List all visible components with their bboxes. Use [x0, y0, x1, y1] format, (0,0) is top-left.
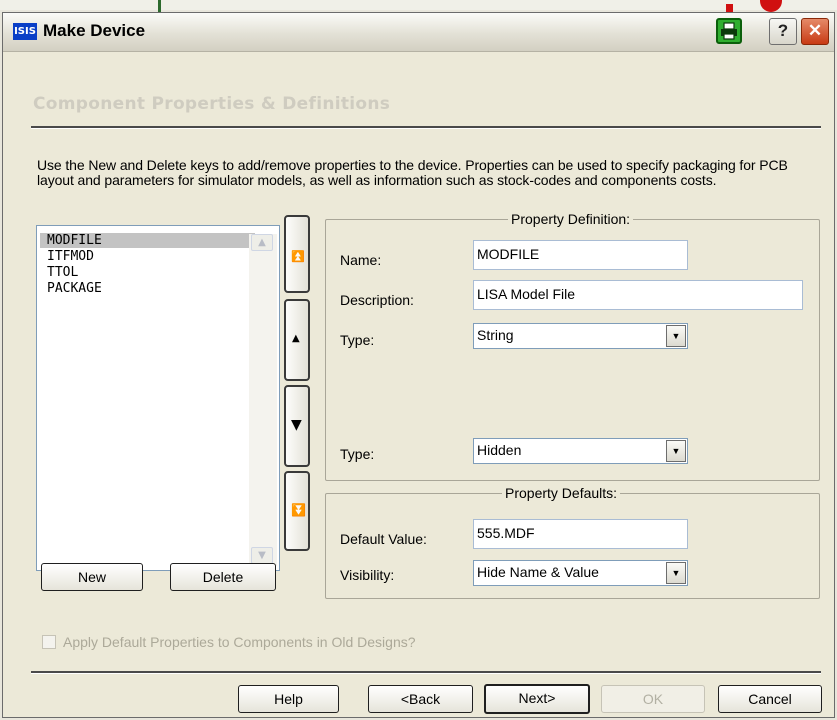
description-label: Description:	[340, 292, 414, 308]
group-title: Property Definition:	[508, 211, 634, 227]
group-title: Property Defaults:	[502, 485, 621, 501]
cancel-button[interactable]: Cancel	[718, 685, 822, 713]
background-red-mark	[726, 4, 733, 12]
chevron-down-icon[interactable]: ▼	[666, 562, 686, 584]
delete-button[interactable]: Delete	[170, 563, 276, 591]
name-label: Name:	[340, 252, 382, 268]
chevron-down-icon[interactable]: ▼	[666, 440, 686, 462]
move-to-bottom-button[interactable]: ⏬	[284, 471, 310, 551]
type-label: Type:	[340, 446, 375, 462]
property-list[interactable]: MODFILE ITFMOD TTOL PACKAGE	[36, 225, 280, 571]
property-definition-group: Property Definition: Name: MODFILE Descr…	[325, 211, 820, 481]
new-button[interactable]: New	[41, 563, 143, 591]
ok-button: OK	[601, 685, 705, 713]
chevron-down-icon: ▼	[291, 417, 302, 433]
title-bar[interactable]: ISIS Make Device ? ✕	[3, 13, 834, 52]
printer-icon	[721, 22, 737, 40]
make-device-dialog: ISIS Make Device ? ✕ Component Propertie…	[2, 12, 835, 718]
double-chevron-up-icon: ⏫	[291, 250, 305, 263]
visibility-type-select-value: Hidden	[477, 442, 522, 458]
name-field[interactable]: MODFILE	[473, 240, 688, 270]
header-divider-highlight	[31, 128, 821, 129]
intro-text: Use the New and Delete keys to add/remov…	[37, 157, 788, 188]
visibility-select[interactable]: Hide Name & Value ▼	[473, 560, 688, 586]
type-select-value: String	[477, 327, 514, 343]
default-value-field[interactable]: 555.MDF	[473, 519, 688, 549]
isis-app-icon: ISIS	[13, 23, 37, 40]
apply-defaults-checkbox[interactable]	[42, 635, 56, 649]
help-button[interactable]: Help	[238, 685, 339, 713]
move-up-button[interactable]: ▲	[284, 299, 310, 381]
back-button[interactable]: <Back	[368, 685, 473, 713]
list-item[interactable]: ITFMOD	[40, 249, 255, 264]
list-item[interactable]: MODFILE	[40, 233, 255, 248]
visibility-type-select[interactable]: Hidden ▼	[473, 438, 688, 464]
scroll-up-icon[interactable]: ▲	[251, 234, 273, 251]
property-defaults-group: Property Defaults: Default Value: 555.MD…	[325, 485, 820, 599]
type-label: Type:	[340, 332, 375, 348]
double-chevron-down-icon: ⏬	[291, 503, 306, 517]
list-item[interactable]: TTOL	[40, 265, 255, 280]
section-header: Component Properties & Definitions	[33, 94, 391, 114]
default-value-label: Default Value:	[340, 531, 427, 547]
visibility-label: Visibility:	[340, 567, 395, 583]
background-strip	[0, 0, 837, 10]
visibility-select-value: Hide Name & Value	[477, 564, 599, 580]
close-button[interactable]: ✕	[801, 18, 829, 45]
window-title: Make Device	[43, 21, 146, 40]
scroll-down-icon[interactable]: ▼	[251, 547, 273, 564]
next-button[interactable]: Next>	[484, 684, 590, 714]
type-select[interactable]: String ▼	[473, 323, 688, 349]
list-scrollbar[interactable]: ▲ ▼	[249, 234, 277, 566]
chevron-down-icon[interactable]: ▼	[666, 325, 686, 347]
print-button[interactable]	[716, 18, 742, 44]
chevron-up-icon: ▲	[292, 333, 300, 344]
help-title-button[interactable]: ?	[769, 18, 797, 45]
move-to-top-button[interactable]: ⏫	[284, 215, 310, 293]
footer-divider-highlight	[31, 673, 821, 674]
move-down-button[interactable]: ▼	[284, 385, 310, 467]
background-red-mark	[760, 0, 782, 12]
apply-defaults-label: Apply Default Properties to Components i…	[63, 634, 416, 650]
description-field[interactable]: LISA Model File	[473, 280, 803, 310]
list-item[interactable]: PACKAGE	[40, 281, 255, 296]
